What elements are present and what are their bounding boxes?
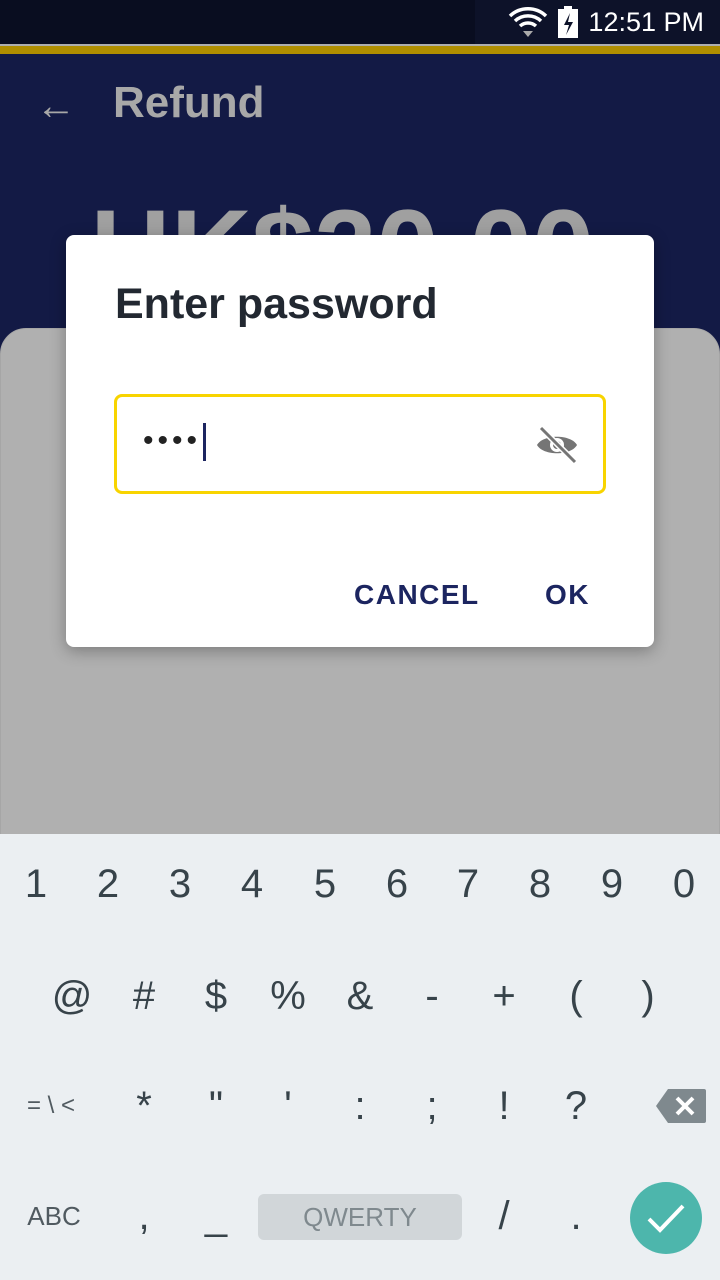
key[interactable]: 9 [576, 834, 648, 934]
key[interactable]: 6 [361, 834, 433, 934]
underscore-key[interactable]: _ [180, 1166, 252, 1266]
key[interactable]: ! [468, 1056, 540, 1156]
page-title: Refund [113, 78, 265, 127]
accent-line [0, 46, 720, 54]
battery-charging-icon [558, 6, 579, 38]
key[interactable]: # [108, 946, 180, 1046]
comma-key[interactable]: , [108, 1166, 180, 1266]
check-icon [647, 1204, 685, 1233]
dialog-title: Enter password [115, 280, 438, 328]
qwerty-switch-key[interactable]: QWERTY [258, 1194, 462, 1240]
back-button[interactable]: ← [36, 84, 76, 129]
password-value: •••• [143, 423, 207, 461]
key[interactable]: + [468, 946, 540, 1046]
key[interactable]: * [108, 1056, 180, 1156]
key[interactable]: & [324, 946, 396, 1046]
key[interactable]: 7 [432, 834, 504, 934]
key[interactable]: = \ < [15, 1056, 87, 1156]
backspace-key[interactable] [645, 1056, 717, 1156]
password-dialog: Enter password •••• CANCEL OK [66, 235, 654, 647]
key[interactable]: 3 [144, 834, 216, 934]
key[interactable]: 0 [648, 834, 720, 934]
key[interactable]: 5 [289, 834, 361, 934]
key[interactable]: 8 [504, 834, 576, 934]
status-time: 12:51 PM [588, 6, 704, 37]
key[interactable]: ( [540, 946, 612, 1046]
key[interactable]: 2 [72, 834, 144, 934]
period-key[interactable]: . [540, 1166, 612, 1266]
ok-button[interactable]: OK [545, 579, 590, 611]
backspace-icon [656, 1089, 706, 1123]
key[interactable]: ; [396, 1056, 468, 1156]
password-input[interactable]: •••• [114, 394, 606, 494]
status-bar: 12:51 PM [0, 0, 720, 44]
key[interactable]: 1 [0, 834, 72, 934]
cancel-button[interactable]: CANCEL [354, 579, 480, 611]
eye-off-icon[interactable] [535, 425, 579, 465]
key[interactable]: - [396, 946, 468, 1046]
abc-key[interactable]: ABC [18, 1166, 90, 1266]
done-key[interactable] [630, 1182, 702, 1254]
key[interactable]: ) [612, 946, 684, 1046]
key[interactable]: ' [252, 1056, 324, 1156]
key[interactable]: $ [180, 946, 252, 1046]
slash-key[interactable]: / [468, 1166, 540, 1266]
arrow-left-icon: ← [36, 84, 76, 128]
key[interactable]: @ [36, 946, 108, 1046]
key[interactable]: ? [540, 1056, 612, 1156]
key[interactable]: % [252, 946, 324, 1046]
key[interactable]: " [180, 1056, 252, 1156]
wifi-icon [509, 7, 548, 37]
text-caret [203, 423, 207, 461]
keyboard: 1234567890 @ # $% & - +() = \ < * " ':;!? ABC , … [0, 834, 720, 1280]
key[interactable]: 4 [216, 834, 288, 934]
key[interactable]: : [324, 1056, 396, 1156]
